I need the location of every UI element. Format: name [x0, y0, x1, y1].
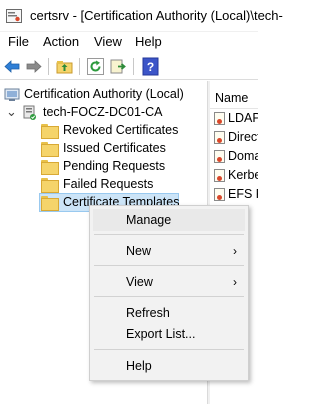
up-folder-icon[interactable] — [55, 57, 74, 76]
menu-item-label: View — [126, 275, 153, 289]
tree-item-revoked[interactable]: Revoked Certificates — [40, 122, 200, 140]
certificate-template-icon — [214, 169, 225, 182]
certificate-template-icon — [214, 188, 225, 201]
menu-item-label: Manage — [126, 213, 172, 227]
folder-icon — [41, 142, 59, 157]
context-menu: Manage New › View › Refresh Export List.… — [89, 205, 249, 381]
list-item[interactable]: Direct — [214, 129, 258, 147]
menu-help[interactable]: Help — [135, 34, 162, 49]
menu-item-label: Export List... — [126, 327, 196, 341]
menu-item-new[interactable]: New › — [93, 240, 245, 262]
toolbar: ? — [0, 53, 258, 80]
certification-authority-icon — [4, 88, 20, 101]
svg-text:?: ? — [147, 60, 154, 74]
back-icon[interactable] — [3, 57, 22, 76]
menu-bar: File Action View Help — [0, 32, 258, 53]
help-icon[interactable]: ? — [141, 57, 160, 76]
menu-file[interactable]: File — [8, 34, 29, 49]
menu-separator — [94, 296, 244, 297]
export-list-icon[interactable] — [109, 57, 128, 76]
tree-folder-label: Failed Requests — [63, 177, 154, 191]
folder-icon — [41, 160, 59, 175]
menu-item-help[interactable]: Help — [93, 355, 245, 377]
list-item-label: Kerbe — [228, 168, 258, 182]
certificate-template-icon — [214, 131, 225, 144]
tree-item-failed[interactable]: Failed Requests — [40, 176, 200, 194]
certificate-template-icon — [214, 112, 225, 125]
toolbar-separator — [133, 58, 134, 75]
list-item-label: LDAP — [228, 111, 258, 125]
ca-server-icon — [23, 105, 36, 120]
column-header-name[interactable]: Name — [210, 87, 258, 109]
tree-folder-label: Revoked Certificates — [63, 123, 179, 137]
menu-separator — [94, 234, 244, 235]
chevron-down-icon[interactable]: ⌄ — [6, 104, 17, 120]
toolbar-separator — [48, 58, 49, 75]
menu-separator — [94, 349, 244, 350]
menu-item-refresh[interactable]: Refresh — [93, 302, 245, 324]
certsrv-app-icon — [6, 9, 22, 23]
toolbar-separator — [79, 58, 80, 75]
menu-separator — [94, 265, 244, 266]
column-header-label: Name — [215, 91, 249, 105]
menu-item-label: New — [126, 244, 152, 258]
menu-item-view[interactable]: View › — [93, 271, 245, 293]
menu-action[interactable]: Action — [43, 34, 79, 49]
menu-item-label: Help — [126, 359, 152, 373]
tree-item-issued[interactable]: Issued Certificates — [40, 140, 200, 158]
folder-icon — [41, 124, 59, 139]
list-item[interactable]: Kerbe — [214, 167, 258, 185]
list-item-label: Doma — [228, 149, 258, 163]
submenu-arrow-icon: › — [233, 275, 237, 289]
refresh-icon[interactable] — [86, 57, 105, 76]
tree-item-root[interactable]: Certification Authority (Local) — [4, 86, 204, 104]
tree-folder-label: Issued Certificates — [63, 141, 166, 155]
menu-item-manage[interactable]: Manage — [93, 209, 245, 231]
list-item[interactable]: EFS R — [214, 186, 258, 204]
submenu-arrow-icon: › — [233, 244, 237, 258]
menu-view[interactable]: View — [94, 34, 122, 49]
title-bar: certsrv - [Certification Authority (Loca… — [0, 0, 283, 32]
folder-icon — [41, 178, 59, 193]
folder-icon — [41, 196, 59, 211]
window-title: certsrv - [Certification Authority (Loca… — [30, 8, 283, 23]
certificate-template-icon — [214, 150, 225, 163]
list-item[interactable]: Doma — [214, 148, 258, 166]
tree-item-pending[interactable]: Pending Requests — [40, 158, 200, 176]
tree-folder-label: Pending Requests — [63, 159, 166, 173]
forward-icon[interactable] — [24, 57, 43, 76]
list-item-label: EFS R — [228, 187, 258, 201]
tree-root-label: Certification Authority (Local) — [24, 87, 184, 101]
menu-item-export-list[interactable]: Export List... — [93, 323, 245, 345]
list-item-label: Direct — [228, 130, 258, 144]
tree-ca-label: tech-FOCZ-DC01-CA — [43, 105, 163, 119]
menu-item-label: Refresh — [126, 306, 170, 320]
tree-item-ca[interactable]: ⌄ tech-FOCZ-DC01-CA — [4, 104, 204, 122]
list-item[interactable]: LDAP — [214, 110, 258, 128]
